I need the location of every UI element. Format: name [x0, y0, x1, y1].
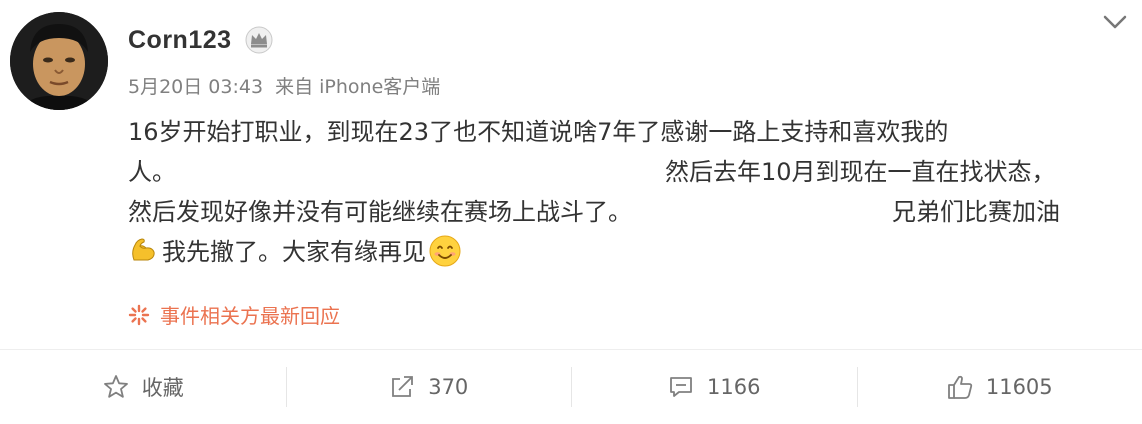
event-link-label: 事件相关方最新回应 — [160, 304, 340, 328]
favorite-button[interactable]: 收藏 — [0, 350, 286, 424]
thumbs-up-icon — [947, 375, 972, 399]
repost-button[interactable]: 370 — [285, 350, 572, 424]
text-line-4: 我先撤了。大家有缘再见 — [162, 238, 426, 266]
event-response-link[interactable]: 事件相关方最新回应 — [128, 300, 340, 329]
user-avatar[interactable] — [10, 12, 108, 110]
weibo-post-card: Corn123 5月20日 03:43 来自 iPhone客户端 16岁开始打职… — [0, 0, 1142, 424]
flexed-biceps-emoji — [128, 235, 158, 265]
text-line: 人。 然后去年10月到现在一直在找状态， — [128, 152, 1108, 192]
share-icon — [392, 376, 414, 397]
text-line: 我先撤了。大家有缘再见 — [128, 232, 1108, 272]
like-count: 11605 — [985, 375, 1053, 399]
text-line-4-wrap: 我先撤了。大家有缘再见 — [128, 232, 462, 272]
text-line-2b: 然后去年10月到现在一直在找状态， — [665, 158, 1056, 186]
repost-count: 370 — [428, 375, 469, 399]
comment-count: 1166 — [707, 375, 761, 399]
text-line-3b: 兄弟们比赛加油 — [892, 198, 1060, 226]
text-line-1: 16岁开始打职业，到现在23了也不知道说啥7年了感谢一路上支持和喜欢我的 — [128, 118, 949, 146]
comment-button[interactable]: 1166 — [571, 350, 857, 424]
text-line-3a: 然后发现好像并没有可能继续在赛场上战斗了。 — [128, 198, 632, 226]
like-button[interactable]: 11605 — [856, 350, 1142, 424]
smiling-face-emoji — [428, 234, 462, 268]
action-bar: 收藏 370 1166 11605 — [0, 350, 1142, 424]
post-text: 16岁开始打职业，到现在23了也不知道说啥7年了感谢一路上支持和喜欢我的 人。 … — [128, 112, 1108, 272]
post-source: 来自 iPhone客户端 — [275, 76, 441, 98]
star-icon — [103, 375, 128, 398]
crown-badge-icon[interactable] — [244, 25, 274, 55]
text-line: 然后发现好像并没有可能继续在赛场上战斗了。 兄弟们比赛加油 — [128, 192, 1108, 232]
text-line: 16岁开始打职业，到现在23了也不知道说啥7年了感谢一路上支持和喜欢我的 — [128, 112, 1108, 152]
favorite-label: 收藏 — [141, 376, 184, 400]
post-meta: 5月20日 03:43 来自 iPhone客户端 — [128, 72, 446, 99]
post-date[interactable]: 5月20日 03:43 — [128, 76, 263, 98]
chevron-down-icon[interactable] — [1100, 10, 1130, 34]
avatar-portrait — [10, 12, 108, 110]
text-line-2a: 人。 — [128, 158, 176, 186]
username[interactable]: Corn123 — [128, 26, 232, 55]
comment-icon — [670, 377, 692, 397]
sparkle-icon — [128, 304, 150, 325]
username-row: Corn123 — [128, 22, 274, 58]
